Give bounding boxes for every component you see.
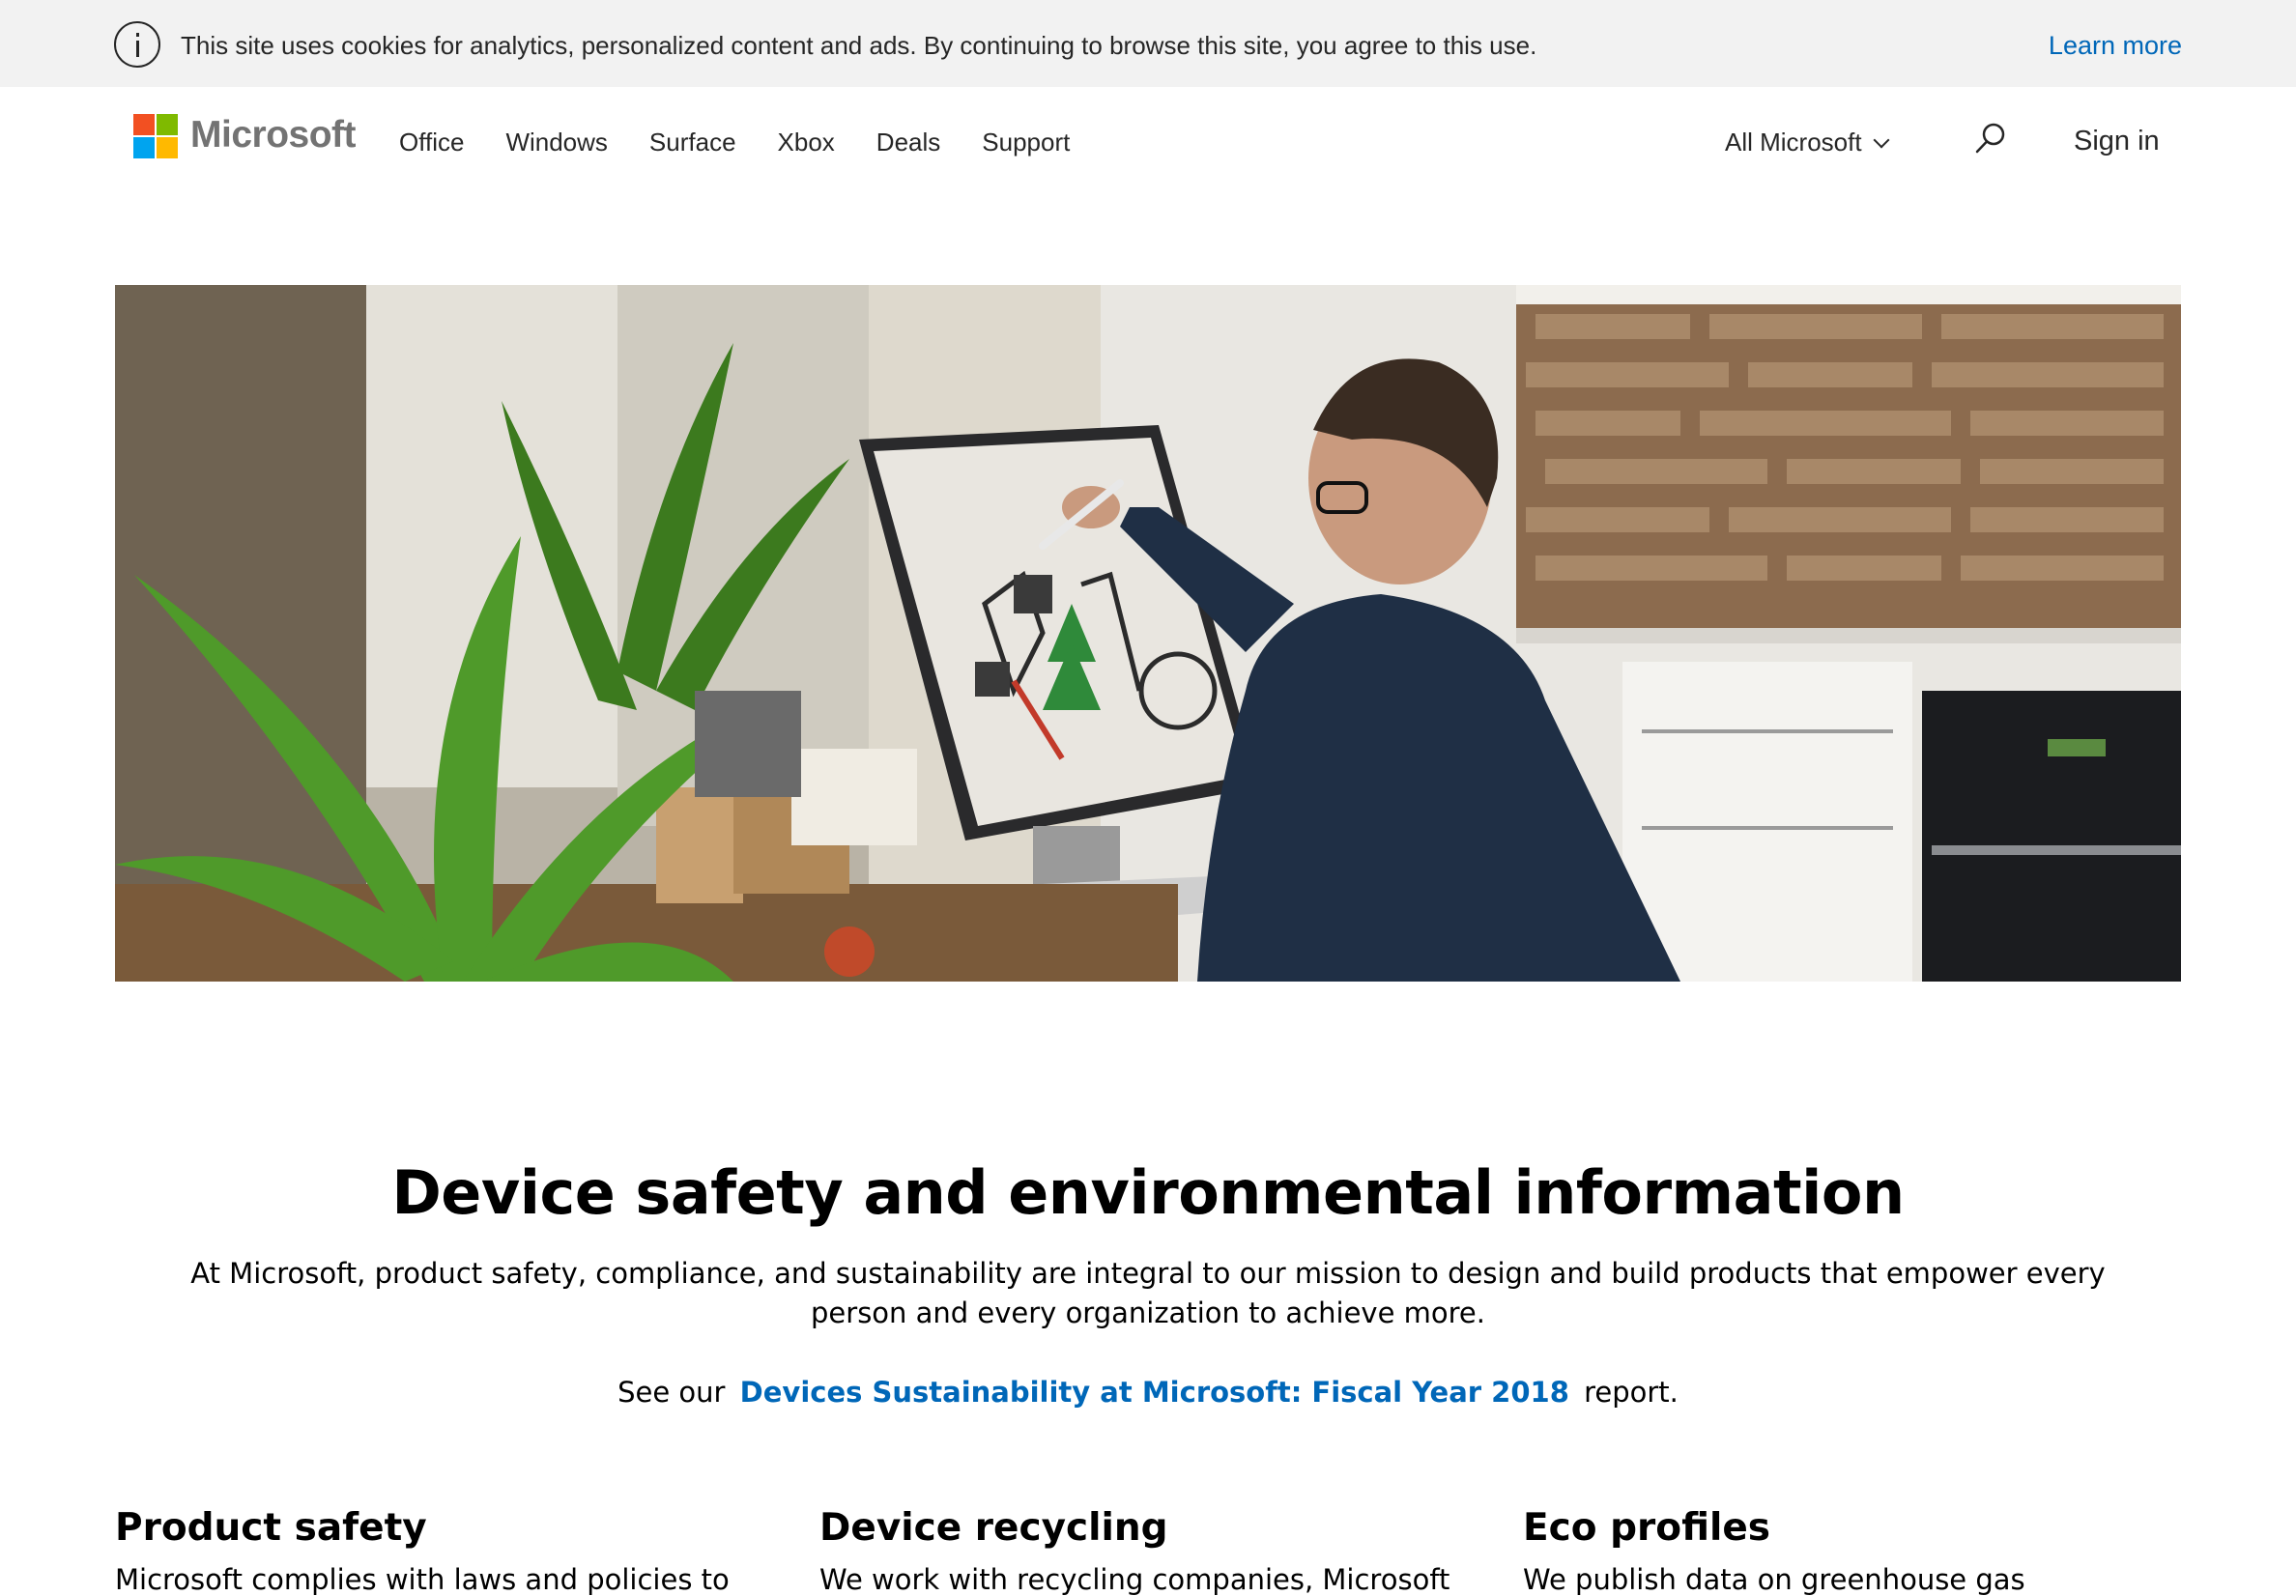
report-suffix: report. [1584,1376,1679,1409]
nav-deals[interactable]: Deals [876,126,940,158]
product-safety-section: Product safety Microsoft complies with l… [115,1502,753,1596]
sign-in-link[interactable]: Sign in [2074,124,2160,158]
section-title: Product safety [115,1506,427,1550]
all-microsoft-menu[interactable]: All Microsoft [1725,126,1890,158]
section-title: Device recycling [819,1506,1168,1550]
report-line: See our Devices Sustainability at Micros… [0,1372,2296,1412]
microsoft-logo[interactable]: Microsoft [133,114,357,162]
cookie-banner: This site uses cookies for analytics, pe… [0,0,2296,87]
site-header: Microsoft Office Windows Surface Xbox De… [0,87,2296,193]
section-title: Eco profiles [1523,1506,1771,1550]
info-icon [114,21,160,68]
section-text: We work with recycling companies, Micros… [819,1563,1450,1596]
eco-profiles-section: Eco profiles We publish data on greenhou… [1523,1502,2161,1596]
section-text: We publish data on greenhouse gas emissi… [1523,1563,2025,1596]
cookie-message: This site uses cookies for analytics, pe… [181,31,1537,60]
hero-image [115,285,2181,982]
nav-office[interactable]: Office [399,126,464,158]
all-microsoft-label: All Microsoft [1725,128,1862,157]
nav-support[interactable]: Support [982,126,1070,158]
sustainability-report-link[interactable]: Devices Sustainability at Microsoft: Fis… [740,1376,1569,1409]
report-prefix: See our [617,1376,726,1409]
page-title: Device safety and environmental informat… [391,1157,1905,1228]
learn-more-link[interactable]: Learn more [2049,29,2182,62]
logo-wordmark: Microsoft [190,114,357,156]
main-nav: Office Windows Surface Xbox Deals Suppor… [399,126,1111,158]
device-recycling-section: Device recycling We work with recycling … [819,1502,1457,1596]
chevron-down-icon [1873,131,1890,149]
search-icon[interactable] [1971,120,2010,158]
nav-surface[interactable]: Surface [649,126,736,158]
microsoft-logo-icon [133,114,178,158]
nav-xbox[interactable]: Xbox [778,126,835,158]
intro-text: At Microsoft, product safety, compliance… [190,1257,2106,1329]
section-text: Microsoft complies with laws and policie… [115,1563,730,1596]
nav-windows[interactable]: Windows [505,126,607,158]
